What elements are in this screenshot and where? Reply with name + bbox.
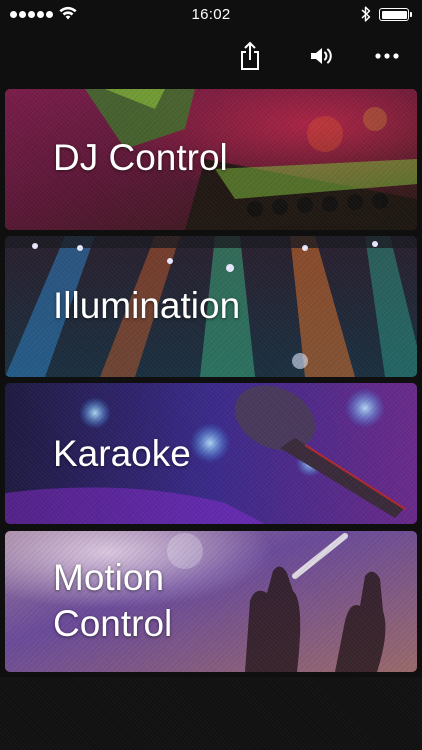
sound-button[interactable] bbox=[302, 36, 342, 76]
mode-card-karaoke[interactable]: Karaoke bbox=[5, 383, 417, 524]
battery-nub bbox=[410, 12, 412, 17]
top-toolbar bbox=[0, 30, 422, 82]
bottom-empty-area bbox=[0, 677, 422, 750]
share-icon bbox=[241, 41, 259, 70]
battery-icon bbox=[379, 8, 409, 21]
more-icon bbox=[375, 53, 399, 59]
status-time: 16:02 bbox=[191, 6, 231, 23]
mode-label-motion-control: Motion Control bbox=[53, 557, 173, 644]
mode-label-dj-control: DJ Control bbox=[53, 137, 228, 178]
mode-label-karaoke: Karaoke bbox=[53, 433, 191, 474]
mode-card-illumination[interactable]: Illumination bbox=[5, 236, 417, 377]
bluetooth-icon bbox=[360, 5, 372, 27]
share-button[interactable] bbox=[230, 36, 270, 76]
battery-level-fill bbox=[381, 10, 407, 19]
speaker-icon bbox=[311, 48, 332, 64]
more-button[interactable] bbox=[367, 36, 407, 76]
status-bar: 16:02 bbox=[0, 0, 422, 30]
mode-card-motion-control[interactable]: Motion Control bbox=[5, 531, 417, 672]
mode-card-dj-control[interactable]: DJ Control bbox=[5, 89, 417, 230]
mode-label-illumination: Illumination bbox=[53, 285, 241, 326]
